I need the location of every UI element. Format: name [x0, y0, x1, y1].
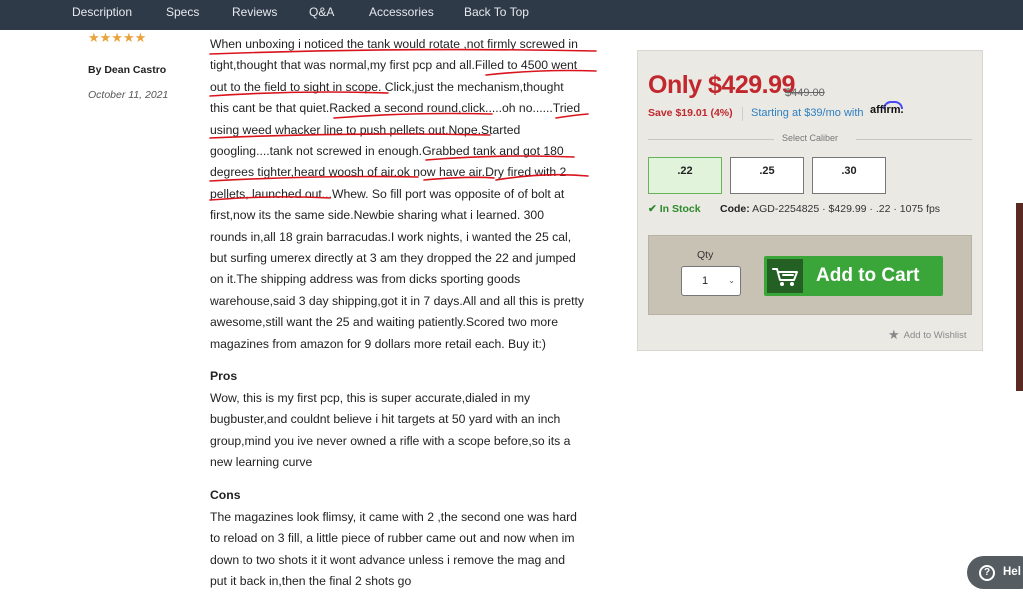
review-line: warehouse,said 3 day shipping,got it in … — [210, 293, 584, 308]
review-date: October 11, 2021 — [88, 89, 169, 101]
cons-line: put it back in,then the final 2 shots go — [210, 574, 412, 589]
review-author: By Dean Castro — [88, 64, 167, 76]
top-nav: Description Specs Reviews Q&A Accessorie… — [0, 0, 1023, 30]
caliber-option-22[interactable]: .22 — [648, 157, 722, 194]
review-line: googling....tank not screwed in enough.G… — [210, 144, 564, 159]
product-code: Code: AGD-2254825 · $429.99 · .22 · 1075… — [720, 203, 940, 215]
caliber-option-30[interactable]: .30 — [812, 157, 886, 194]
nav-qa[interactable]: Q&A — [309, 0, 334, 30]
code-label: Code: — [720, 203, 750, 215]
review-line: this cant be that quiet.Racked a second … — [210, 101, 581, 116]
divider — [742, 107, 743, 121]
pros-line: Wow, this is my first pcp, this is super… — [210, 391, 531, 405]
nav-reviews[interactable]: Reviews — [232, 0, 277, 30]
review-line: but surfing umerex directly at 3 am they… — [210, 251, 576, 266]
review-line: pellets, launched out...Whew. So fill po… — [210, 186, 565, 201]
review-body: When unboxing i noticed the tank would r… — [210, 34, 605, 355]
purchase-panel: Only $429.99 $449.00 Save $19.01 (4%) St… — [637, 50, 983, 351]
review-line: first,now its the same side.Newbie shari… — [210, 208, 544, 223]
chevron-down-icon: ⌄ — [728, 276, 735, 285]
caliber-label: Select Caliber — [782, 133, 839, 143]
stock-status: ✔ In Stock — [648, 203, 701, 215]
check-icon: ✔ — [648, 203, 657, 215]
help-label: Hel — [1003, 566, 1021, 578]
nav-description[interactable]: Description — [72, 0, 132, 30]
savings-text: Save $19.01 (4%) — [648, 107, 733, 119]
star-icon: ★ — [888, 327, 900, 342]
review-line: tight,thought that was normal,my first p… — [210, 58, 578, 73]
cons-line: to reload on 3 fill, a little piece of r… — [210, 531, 575, 546]
caliber-option-25[interactable]: .25 — [730, 157, 804, 194]
stock-label: In Stock — [659, 203, 701, 215]
cons-heading: Cons — [210, 488, 241, 502]
qty-value: 1 — [702, 275, 709, 287]
help-icon: ? — [979, 565, 995, 581]
cons-line: The magazines look flimsy, it came with … — [210, 510, 577, 524]
cons-body: The magazines look flimsy, it came with … — [210, 507, 605, 593]
review-line: rounds in,all 18 grain barracudas.I work… — [210, 229, 572, 244]
review-line: When unboxing i noticed the tank would r… — [210, 37, 578, 51]
wishlist-label: Add to Wishlist — [903, 330, 967, 341]
review-line: on it.The shipping address was from dick… — [210, 272, 521, 287]
pros-line: bugbuster,and couldnt believe i hit targ… — [210, 412, 561, 427]
add-to-cart-box: Qty 1 ⌄ Add to Cart — [648, 235, 972, 315]
cons-line: down to two shots it it wont advance unl… — [210, 552, 565, 567]
help-button[interactable]: ? Hel — [967, 556, 1023, 589]
pros-line: new learning curve — [210, 455, 313, 470]
pros-line: group,mind you ive never owned a rifle w… — [210, 433, 571, 448]
review-line: out to the field to sight in scope. Clic… — [210, 79, 564, 94]
side-edge-bar — [1016, 203, 1023, 391]
nav-specs[interactable]: Specs — [166, 0, 199, 30]
divider — [856, 139, 972, 140]
financing-link[interactable]: Starting at $39/mo with — [751, 107, 864, 119]
cart-icon — [767, 259, 803, 293]
qty-select[interactable]: 1 ⌄ — [681, 266, 741, 296]
rating-stars: ★★★★★ — [88, 30, 147, 45]
divider — [648, 139, 774, 140]
review-line: awesome,still want the 25 and waiting pa… — [210, 315, 558, 330]
affirm-logo: affirm. — [870, 104, 904, 116]
nav-back-to-top[interactable]: Back To Top — [464, 0, 529, 30]
add-to-cart-label: Add to Cart — [816, 265, 920, 286]
add-to-cart-button[interactable]: Add to Cart — [764, 256, 943, 296]
review-line: using weed whacker line to push pellets … — [210, 122, 521, 137]
add-to-wishlist-link[interactable]: ★ Add to Wishlist — [888, 327, 966, 343]
pros-heading: Pros — [210, 369, 238, 383]
pros-body: Wow, this is my first pcp, this is super… — [210, 388, 605, 474]
review-line: degrees tighter,heard woosh of air,ok no… — [210, 165, 567, 180]
price: Only $429.99 — [648, 71, 795, 99]
qty-label: Qty — [697, 249, 714, 261]
nav-accessories[interactable]: Accessories — [369, 0, 434, 30]
review-line: magazines from amazon for 9 dollars more… — [210, 336, 546, 351]
code-value: AGD-2254825 · $429.99 · .22 · 1075 fps — [752, 203, 941, 215]
old-price: $449.00 — [785, 87, 825, 99]
